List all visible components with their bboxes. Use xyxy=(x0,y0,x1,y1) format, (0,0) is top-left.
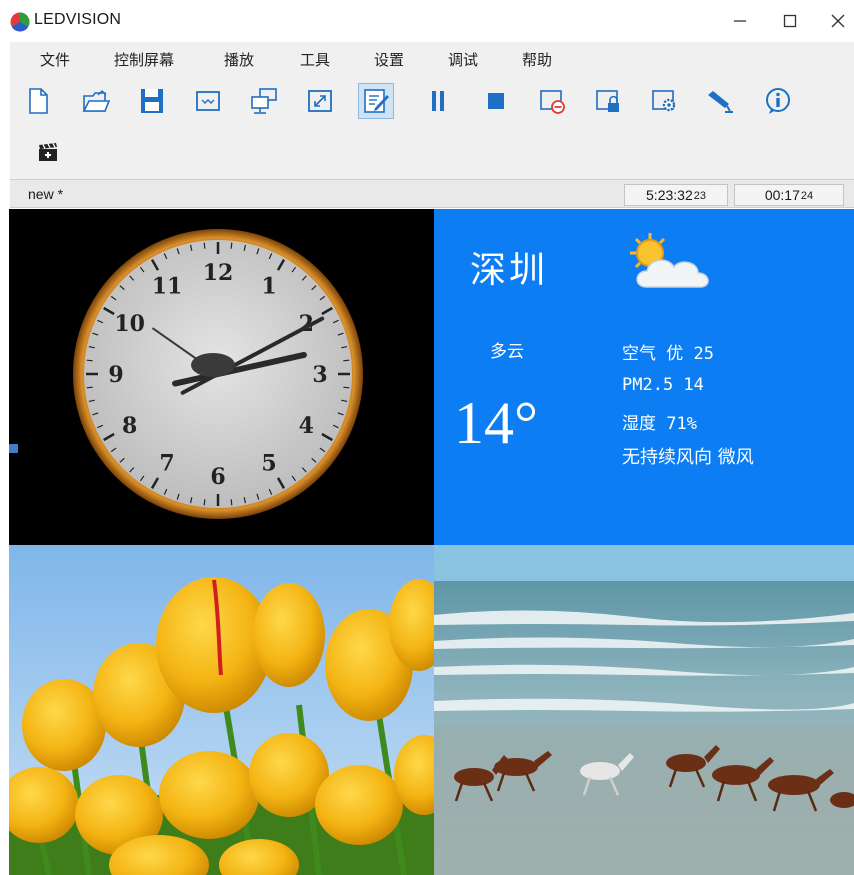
clock-numeral: 6 xyxy=(210,464,225,490)
weather-condition: 多云 xyxy=(490,342,524,362)
screen-off-button[interactable] xyxy=(534,83,570,119)
edit-icon xyxy=(364,89,389,113)
info-button[interactable] xyxy=(760,83,796,119)
menu-control-screen[interactable]: 控制屏幕 xyxy=(114,49,174,70)
pause-button[interactable] xyxy=(420,83,456,119)
tulip-flowers-image[interactable] xyxy=(9,545,434,875)
status-bar: new * 5:23:32 23 00:17 24 xyxy=(10,179,854,208)
network-screens-icon xyxy=(251,88,277,114)
analog-clock-panel[interactable]: 12 1 2 3 4 5 6 7 8 9 10 11 xyxy=(9,209,434,545)
screen-settings-button[interactable] xyxy=(646,83,682,119)
clock-numeral: 4 xyxy=(299,413,314,439)
resize-handle[interactable] xyxy=(9,444,18,453)
add-program-clapper-icon[interactable] xyxy=(36,140,60,164)
elapsed-frames: 24 xyxy=(800,190,814,202)
wind-value: 无持续风向 微风 xyxy=(622,447,754,468)
weather-city: 深圳 xyxy=(470,250,549,291)
clock-time-display: 5:23:32 23 xyxy=(624,184,728,206)
clock-tick xyxy=(203,499,206,506)
clock-numeral: 12 xyxy=(203,260,234,286)
weather-temperature: 14° xyxy=(454,390,538,456)
menu-help[interactable]: 帮助 xyxy=(522,49,552,70)
clock-center-ornament xyxy=(191,353,235,377)
humidity-value: 湿度 71% xyxy=(622,414,697,434)
edit-button[interactable] xyxy=(358,83,394,119)
clock-tick xyxy=(86,359,93,362)
elapsed-time: 00:17 xyxy=(764,187,800,203)
save-button[interactable] xyxy=(134,83,170,119)
clock-tick xyxy=(230,242,233,249)
maximize-icon xyxy=(783,14,797,28)
minimize-button[interactable] xyxy=(718,4,762,38)
open-button[interactable] xyxy=(78,83,114,119)
lock-icon xyxy=(596,90,619,112)
clock-numeral: 1 xyxy=(261,274,276,300)
pm25-value: PM2.5 14 xyxy=(622,375,704,395)
ledvision-logo-icon xyxy=(10,12,30,32)
menu-play[interactable]: 播放 xyxy=(224,49,254,70)
menu-bar: 文件 控制屏幕 播放 工具 设置 调试 帮助 xyxy=(10,42,854,74)
display-icon xyxy=(196,91,220,111)
pause-icon xyxy=(432,91,444,111)
lock-button[interactable] xyxy=(590,83,626,119)
app-title: LEDVISION xyxy=(34,11,122,28)
clock-time: 5:23:32 xyxy=(646,187,693,203)
clock-tick xyxy=(343,359,350,362)
display-button[interactable] xyxy=(190,83,226,119)
document-tab[interactable]: new * xyxy=(28,186,63,202)
horses-beach-illustration xyxy=(434,545,854,875)
window-left-edge xyxy=(0,42,9,875)
camera-button[interactable] xyxy=(702,83,738,119)
open-folder-icon xyxy=(82,90,111,112)
clock-tick xyxy=(86,386,93,389)
weather-panel[interactable]: 深圳 多云 14° 空气 优 25 PM2.5 14 湿度 71% 无持续风向 … xyxy=(434,209,854,545)
camera-icon xyxy=(708,91,733,113)
clock-numeral: 10 xyxy=(114,311,145,337)
clock-numeral: 9 xyxy=(108,362,123,388)
screen-off-icon xyxy=(540,90,565,114)
info-icon xyxy=(766,88,790,114)
new-button[interactable] xyxy=(20,83,56,119)
clock-tick xyxy=(343,386,350,389)
clock-numeral: 3 xyxy=(312,362,327,388)
close-icon xyxy=(831,14,845,28)
tulip-flowers-illustration xyxy=(9,545,434,875)
stop-button[interactable] xyxy=(478,83,514,119)
network-screens-button[interactable] xyxy=(246,83,282,119)
partly-cloudy-icon xyxy=(630,233,709,288)
menu-debug[interactable]: 调试 xyxy=(448,49,478,70)
stop-icon xyxy=(488,93,504,109)
clock-numeral: 11 xyxy=(152,274,183,300)
elapsed-time-display: 00:17 24 xyxy=(734,184,844,206)
clock-numeral: 5 xyxy=(261,450,276,476)
clock-numeral: 7 xyxy=(159,450,174,476)
new-file-icon xyxy=(29,88,48,114)
fullscreen-button[interactable] xyxy=(302,83,338,119)
screen-settings-icon xyxy=(652,90,676,112)
horses-beach-image[interactable] xyxy=(434,545,854,875)
clock-tick xyxy=(203,242,206,249)
clock-frames: 23 xyxy=(693,190,706,202)
menu-settings[interactable]: 设置 xyxy=(374,49,404,70)
air-quality: 空气 优 25 xyxy=(622,344,714,364)
main-toolbar xyxy=(10,74,854,128)
clock-tick xyxy=(230,499,233,506)
fullscreen-icon xyxy=(308,90,332,112)
close-button[interactable] xyxy=(816,4,854,38)
title-bar: LEDVISION xyxy=(0,0,854,42)
menu-tools[interactable]: 工具 xyxy=(300,49,330,70)
save-icon xyxy=(141,89,163,113)
minimize-icon xyxy=(734,20,746,22)
secondary-toolbar xyxy=(10,128,854,179)
maximize-button[interactable] xyxy=(768,4,812,38)
analog-clock: 121234567891011 xyxy=(73,229,363,519)
clock-numeral: 8 xyxy=(122,413,137,439)
menu-file[interactable]: 文件 xyxy=(40,49,70,70)
